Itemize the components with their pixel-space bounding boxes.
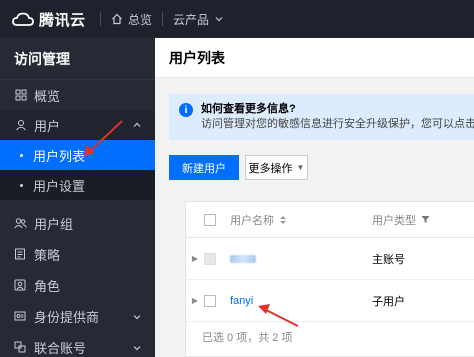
top-navigation-bar: 腾讯云 总览 云产品 xyxy=(0,0,474,38)
sidebar-item-roles[interactable]: 角色 xyxy=(0,270,155,301)
sidebar-item-label: 策略 xyxy=(34,248,61,263)
sidebar-title: 访问管理 xyxy=(0,38,155,80)
bullet-icon xyxy=(20,183,23,187)
user-type-cell: 主账号 xyxy=(372,253,405,266)
sidebar-item-users[interactable]: 用户 xyxy=(0,110,155,140)
user-icon xyxy=(14,118,28,132)
chevron-up-icon xyxy=(133,122,141,127)
info-banner: i 如何查看更多信息? 访问管理对您的敏感信息进行安全升级保护，您可以点击列表中… xyxy=(169,94,474,140)
sidebar-item-federated-accounts[interactable]: 联合账号 xyxy=(0,332,155,357)
table-toolbar: 新建用户 更多操作 ▼ xyxy=(169,155,308,180)
expand-row-icon[interactable]: ▶ xyxy=(186,296,204,305)
sidebar-item-label: 概览 xyxy=(34,88,61,104)
row-checkbox[interactable] xyxy=(204,294,216,307)
sidebar-item-label: 角色 xyxy=(34,279,61,294)
info-icon: i xyxy=(179,103,193,117)
table-footer: 已选 0 项，共 2 项 xyxy=(202,332,293,344)
chevron-down-icon xyxy=(215,17,223,22)
page-title: 用户列表 xyxy=(155,38,474,78)
more-actions-dropdown[interactable]: 更多操作 ▼ xyxy=(245,155,308,180)
caret-down-icon: ▼ xyxy=(296,163,305,172)
role-icon xyxy=(14,279,28,293)
sidebar-item-label: 用户组 xyxy=(34,217,74,232)
tencent-cloud-logo[interactable]: 腾讯云 xyxy=(0,0,100,38)
sidebar-item-policies[interactable]: 策略 xyxy=(0,239,155,270)
identity-provider-icon xyxy=(14,310,28,324)
row-checkbox[interactable] xyxy=(204,252,216,265)
nav-cloud-products[interactable]: 云产品 xyxy=(163,0,233,38)
user-type-cell: 子用户 xyxy=(372,295,405,308)
sidebar-item-user-settings[interactable]: 用户设置 xyxy=(0,170,155,200)
more-actions-label: 更多操作 xyxy=(248,162,293,175)
user-table: 用户名称 用户类型 ▶ 主账号 ▶ fanyi 子用户 已选 0 项，共 2 项 xyxy=(185,201,474,357)
users-icon xyxy=(14,217,28,231)
main-content: 用户列表 i 如何查看更多信息? 访问管理对您的敏感信息进行安全升级保护，您可以… xyxy=(155,38,474,357)
column-header-user-type: 用户类型 xyxy=(372,214,416,227)
sidebar-item-user-list[interactable]: 用户列表 xyxy=(0,140,155,170)
sort-icon[interactable] xyxy=(279,215,287,225)
nav-overview-label: 总览 xyxy=(128,12,153,27)
blurred-username xyxy=(230,254,256,263)
sidebar-item-label: 用户 xyxy=(34,118,61,134)
filter-icon[interactable] xyxy=(421,215,430,224)
policy-icon xyxy=(14,248,28,262)
column-header-username: 用户名称 xyxy=(230,214,274,227)
sidebar-item-label: 用户设置 xyxy=(33,178,86,194)
info-title: 如何查看更多信息? xyxy=(201,103,296,115)
sidebar-item-label: 身份提供商 xyxy=(34,310,100,325)
sidebar: 访问管理 概览 用户 用户列表 用户设置 用户组 策略 角色 身份提供商 联合账… xyxy=(0,38,155,357)
expand-row-icon[interactable]: ▶ xyxy=(186,254,204,263)
grid-icon xyxy=(14,88,28,102)
table-header: 用户名称 用户类型 xyxy=(186,202,474,238)
table-row[interactable]: ▶ fanyi 子用户 xyxy=(186,280,474,322)
sidebar-item-label: 联合账号 xyxy=(34,341,87,356)
username-link[interactable]: fanyi xyxy=(230,295,253,307)
federated-account-icon xyxy=(14,341,28,355)
chevron-down-icon xyxy=(133,345,141,350)
chevron-down-icon xyxy=(133,314,141,319)
table-row[interactable]: ▶ 主账号 xyxy=(186,238,474,280)
cloud-logo-icon xyxy=(12,12,34,26)
home-icon xyxy=(112,13,122,25)
sidebar-item-label: 用户列表 xyxy=(33,148,86,164)
sidebar-item-overview[interactable]: 概览 xyxy=(0,80,155,110)
bullet-icon xyxy=(20,153,23,157)
select-all-checkbox[interactable] xyxy=(204,213,216,226)
brand-name: 腾讯云 xyxy=(39,11,86,29)
sidebar-item-user-groups[interactable]: 用户组 xyxy=(0,208,155,239)
nav-overview[interactable]: 总览 xyxy=(101,0,162,38)
sidebar-item-identity-providers[interactable]: 身份提供商 xyxy=(0,301,155,332)
info-description: 访问管理对您的敏感信息进行安全升级保护，您可以点击列表中左 xyxy=(201,118,474,130)
nav-cloud-products-label: 云产品 xyxy=(173,12,210,27)
create-user-button[interactable]: 新建用户 xyxy=(169,155,239,180)
